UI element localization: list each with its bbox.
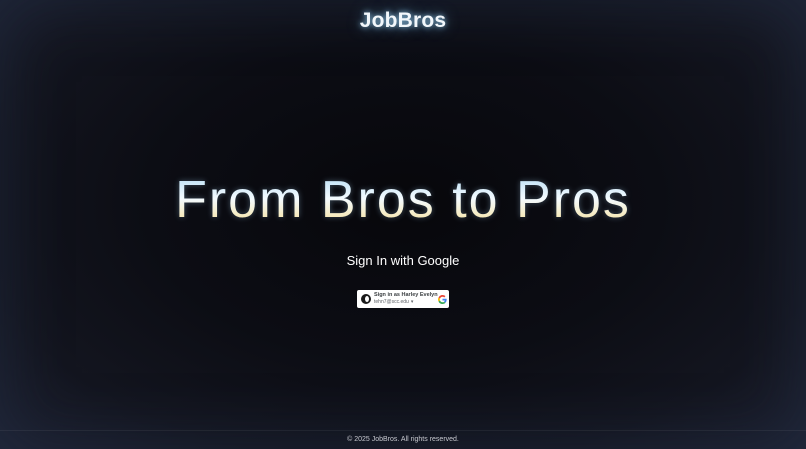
- footer-divider: [0, 430, 806, 431]
- brand-logo-text[interactable]: JobBros: [360, 9, 447, 33]
- hero-section: From Bros to Pros: [0, 168, 806, 232]
- account-email-row: tehn7@scc.edu ▾: [374, 298, 438, 305]
- account-info: Sign in as Harley Evelyn tehn7@scc.edu ▾: [374, 293, 438, 305]
- footer-copyright: © 2025 JobBros. All rights reserved.: [347, 436, 459, 443]
- top-header: JobBros: [0, 0, 806, 42]
- avatar: [361, 294, 371, 304]
- google-g-icon: [437, 294, 447, 304]
- signin-heading: Sign In with Google: [346, 253, 460, 268]
- hero-title: From Bros to Pros: [175, 168, 631, 232]
- google-signin-button[interactable]: Sign in as Harley Evelyn tehn7@scc.edu ▾: [357, 290, 449, 308]
- chevron-down-icon: ▾: [410, 298, 414, 305]
- account-email: tehn7@scc.edu: [374, 298, 409, 305]
